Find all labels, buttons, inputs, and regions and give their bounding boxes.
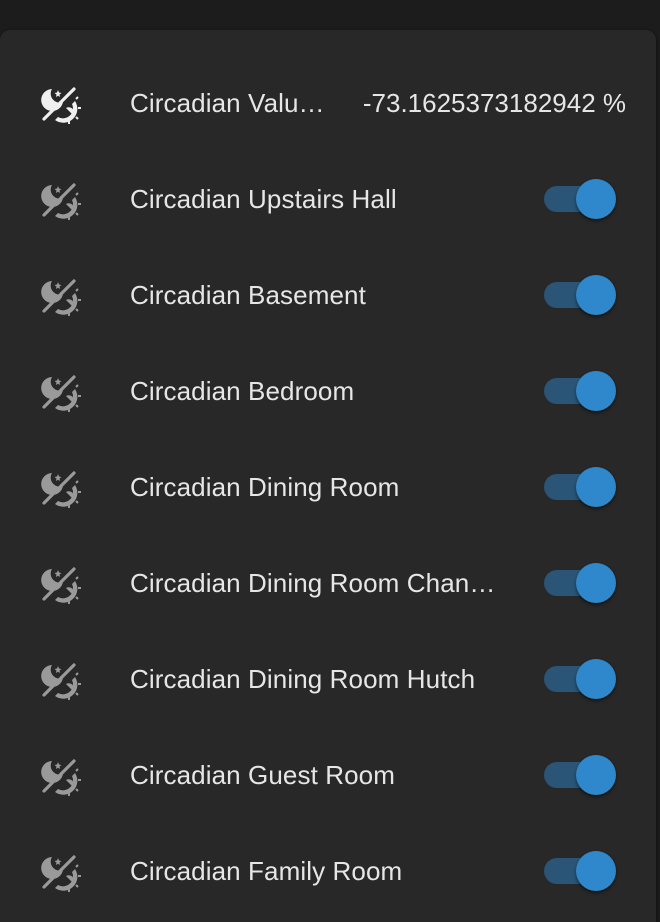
entity-name: Circadian Dining Room [130, 472, 400, 502]
entity-name: Circadian Dining Room Chan… [130, 568, 496, 598]
top-bar [0, 0, 660, 30]
theme-light-dark-icon [36, 79, 84, 127]
entity-name: Circadian Guest Room [130, 760, 395, 790]
switch-row[interactable]: Circadian Dining Room Hutch [0, 631, 656, 727]
theme-light-dark-icon [36, 175, 84, 223]
switch-thumb [576, 851, 616, 891]
entities-card: Circadian Valu… -73.1625373182942 % Circ… [0, 30, 656, 922]
theme-light-dark-icon [36, 367, 84, 415]
toggle-switch[interactable] [544, 659, 618, 699]
toggle-switch[interactable] [544, 467, 618, 507]
switch-row[interactable]: Circadian Bedroom [0, 343, 656, 439]
switch-row[interactable]: Circadian Family Room [0, 823, 656, 919]
switch-thumb [576, 179, 616, 219]
switch-thumb [576, 467, 616, 507]
toggle-switch[interactable] [544, 755, 618, 795]
theme-light-dark-icon [36, 751, 84, 799]
entity-name: Circadian Upstairs Hall [130, 184, 397, 214]
entity-name: Circadian Dining Room Hutch [130, 664, 476, 694]
theme-light-dark-icon [36, 847, 84, 895]
switch-row[interactable]: Circadian Dining Room [0, 439, 656, 535]
switch-thumb [576, 755, 616, 795]
switch-row[interactable]: Circadian Dining Room Chan… [0, 535, 656, 631]
switch-thumb [576, 659, 616, 699]
switch-thumb [576, 563, 616, 603]
switch-row[interactable]: Circadian Upstairs Hall [0, 151, 656, 247]
switch-row[interactable]: Circadian Guest Room [0, 727, 656, 823]
entity-name: Circadian Family Room [130, 856, 403, 886]
switch-row[interactable]: Circadian Basement [0, 247, 656, 343]
entity-name: Circadian Basement [130, 280, 366, 310]
entity-value: -73.1625373182942 % [362, 88, 626, 118]
toggle-switch[interactable] [544, 851, 618, 891]
theme-light-dark-icon [36, 271, 84, 319]
theme-light-dark-icon [36, 559, 84, 607]
toggle-switch[interactable] [544, 371, 618, 411]
theme-light-dark-icon [36, 655, 84, 703]
switch-thumb [576, 371, 616, 411]
toggle-switch[interactable] [544, 563, 618, 603]
entity-name: Circadian Bedroom [130, 376, 355, 406]
entity-name: Circadian Valu… [130, 88, 325, 118]
theme-light-dark-icon [36, 463, 84, 511]
circadian-values-row[interactable]: Circadian Valu… -73.1625373182942 % [0, 55, 656, 151]
toggle-switch[interactable] [544, 179, 618, 219]
toggle-switch[interactable] [544, 275, 618, 315]
switch-thumb [576, 275, 616, 315]
